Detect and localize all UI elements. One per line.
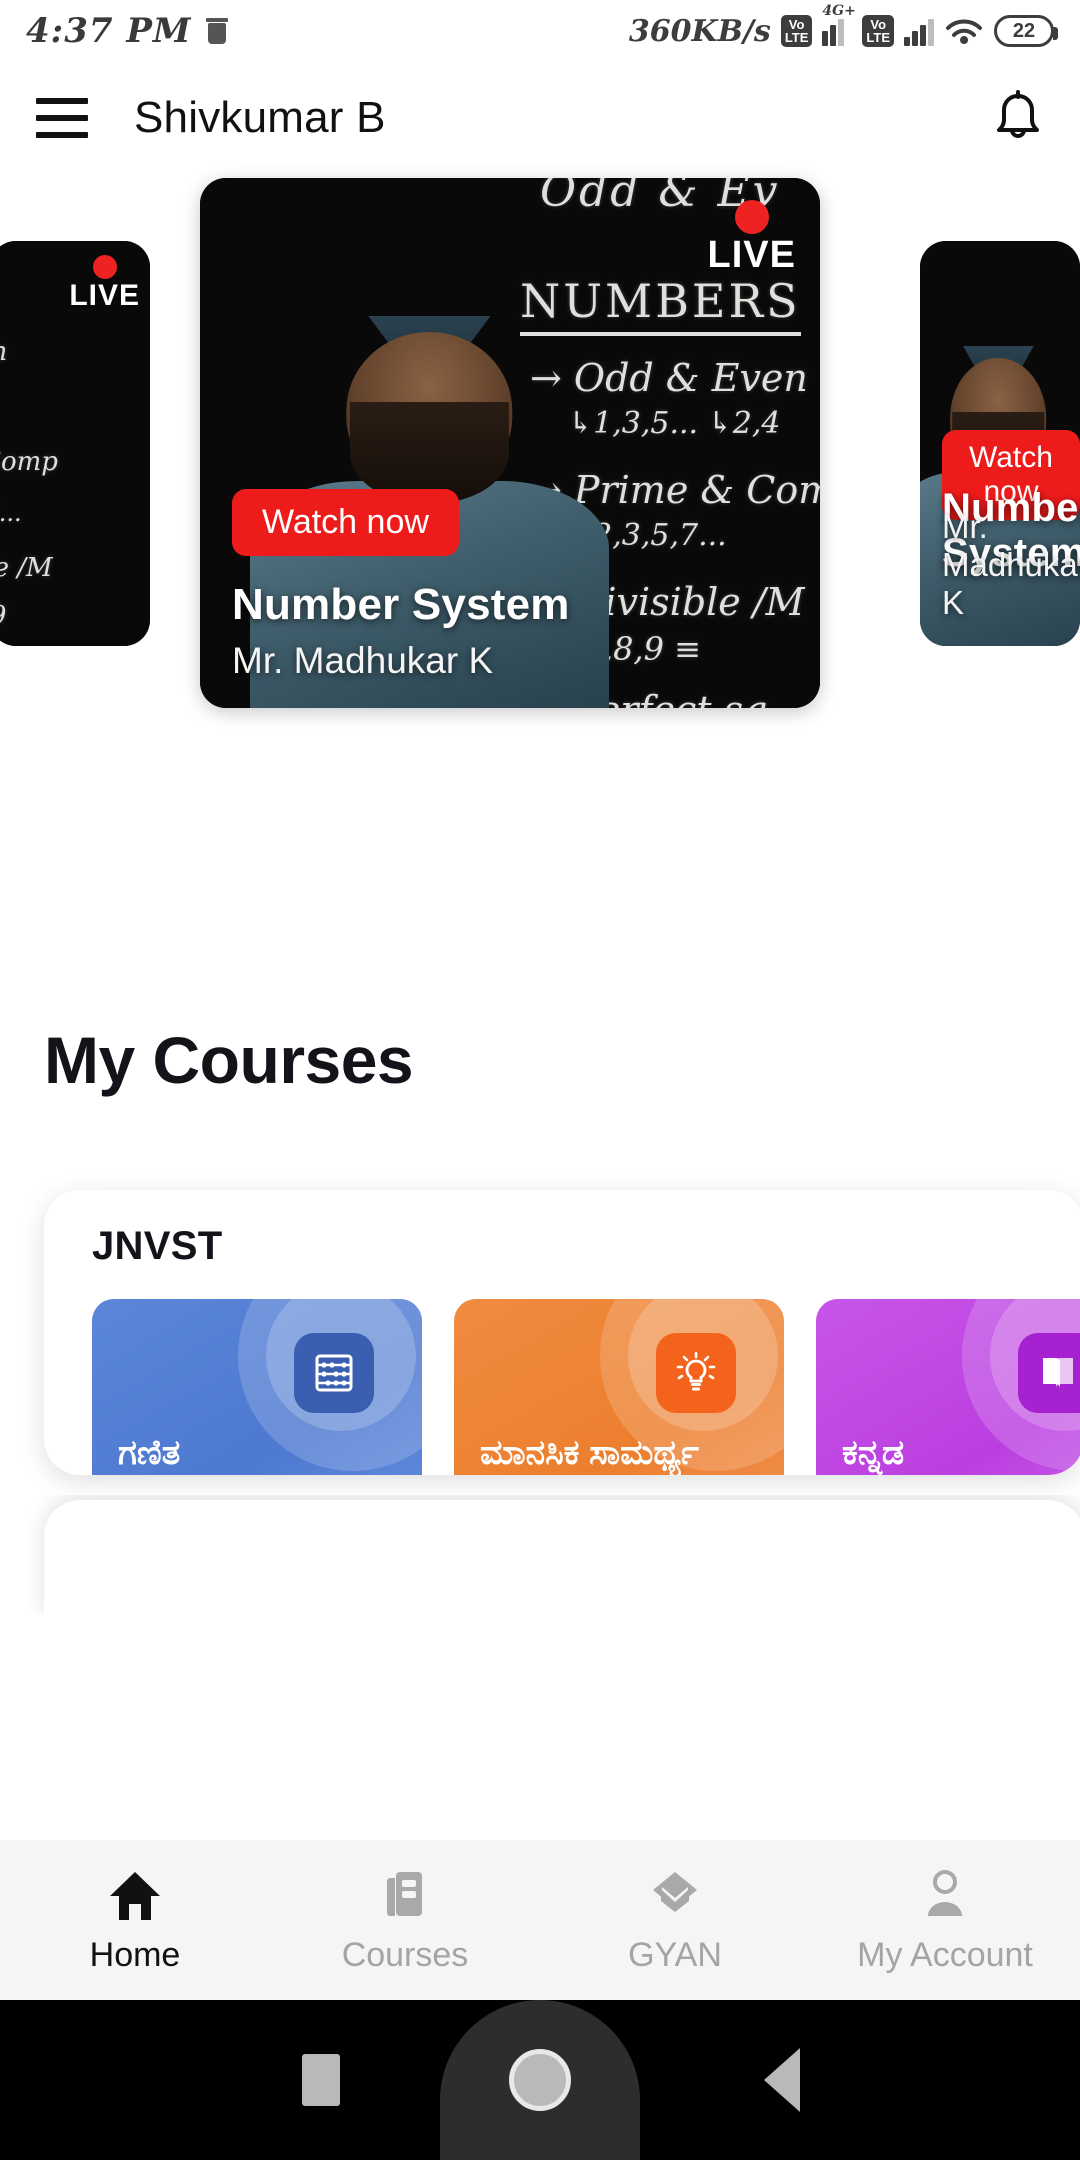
lightbulb-icon (656, 1333, 736, 1413)
live-class-carousel[interactable]: RS & Even ,5... e & Comp ,3,5,7... visib… (0, 178, 1080, 708)
carousel-slide-active[interactable]: Odd & Ev NUMBERS → Odd & Even ↳1,3,5... … (200, 178, 820, 708)
trash-icon (205, 18, 228, 44)
subject-name: ಕನ್ನಡ (842, 1433, 905, 1472)
course-name: JNVST (92, 1224, 223, 1268)
watch-now-button[interactable]: Watch now (232, 489, 459, 556)
back-triangle-icon[interactable] (764, 2048, 800, 2112)
nav-label: Home (89, 1935, 181, 1974)
android-navigation-bar (0, 2000, 1080, 2160)
nav-item-courses[interactable]: Courses (270, 1866, 540, 1975)
bottom-navigation: Home Courses GYAN My Account (0, 1840, 1080, 2000)
books-icon (376, 1866, 434, 1926)
status-bar-left: 4:37 PM (26, 11, 228, 51)
live-dot-icon (734, 200, 769, 234)
subject-name: ಮಾನಸಿಕ ಸಾಮರ್ಥ್ಯ (480, 1433, 699, 1472)
section-title-my-courses: My Courses (44, 1023, 414, 1097)
battery-level: 22 (1012, 19, 1036, 42)
nav-label: GYAN (628, 1935, 722, 1974)
live-badge: LIVE (708, 200, 796, 274)
slide-instructor: Mr. Madhukar K (942, 507, 1080, 621)
live-label: LIVE (707, 234, 796, 276)
course-card-next-peek[interactable] (44, 1500, 1080, 1615)
status-bar-right: 360KB/s Vo LTE 4G+ Vo LTE 22 (628, 3, 1058, 49)
carousel-slide-next[interactable]: Watch now Number System Mr. Madhukar K (920, 240, 1080, 646)
nav-label: Courses (341, 1935, 469, 1974)
hamburger-menu-icon[interactable] (36, 98, 88, 138)
nav-item-home[interactable]: Home (0, 1866, 270, 1975)
home-icon (106, 1866, 164, 1926)
signal-bars-icon-2 (904, 16, 934, 46)
course-card-jnvst[interactable]: JNVST ಗಣಿತ 48 videos (44, 1190, 1080, 1475)
volte-line-2: LTE (784, 30, 809, 45)
recents-square-icon[interactable] (302, 2054, 340, 2106)
next-course-card-clip (0, 1495, 1080, 1615)
live-dot-icon (92, 254, 117, 279)
subject-tile-manasika-samarthya[interactable]: ಮಾನಸಿಕ ಸಾಮರ್ಥ್ಯ 11 videos (454, 1299, 784, 1475)
status-bar: 4:37 PM 360KB/s Vo LTE 4G+ Vo LTE 22 (0, 0, 1080, 62)
app-screen: 4:37 PM 360KB/s Vo LTE 4G+ Vo LTE 22 Shi… (0, 0, 1080, 2160)
graduation-cap-icon (646, 1866, 704, 1926)
volte-icon-1: Vo LTE (780, 15, 813, 47)
volte2-line-2: LTE (866, 30, 890, 45)
bell-icon[interactable] (992, 90, 1044, 146)
subject-tile-kannada[interactable]: ಕನ್ನಡ 11 videos (816, 1299, 1080, 1475)
book-icon (1018, 1333, 1080, 1413)
status-time: 4:37 PM (26, 11, 192, 51)
slide-instructor: Mr. Madhukar K (232, 640, 494, 681)
nav-label: My Account (857, 1935, 1033, 1974)
subject-name: ಗಣಿತ (118, 1433, 181, 1472)
person-icon (916, 1866, 974, 1926)
network-speed-label: 360KB/s (628, 13, 771, 49)
slide-title: Number System (232, 580, 570, 629)
nav-item-gyan[interactable]: GYAN (540, 1866, 810, 1975)
volte-icon-2: Vo LTE (862, 15, 894, 47)
home-circle-icon[interactable] (440, 2000, 640, 2160)
wifi-icon (944, 16, 984, 46)
subject-tile-ganita[interactable]: ಗಣಿತ 48 videos (92, 1299, 422, 1475)
live-badge: LIVE (69, 254, 140, 312)
nav-item-my-account[interactable]: My Account (810, 1866, 1080, 1975)
abacus-icon (294, 1333, 374, 1413)
subject-tile-list: ಗಣಿತ 48 videos (92, 1299, 1080, 1475)
battery-icon: 22 (994, 15, 1058, 47)
network-type-label: 4G+ (822, 3, 856, 19)
app-header: Shivkumar B (0, 62, 1080, 174)
carousel-slide-prev[interactable]: RS & Even ,5... e & Comp ,3,5,7... visib… (0, 240, 150, 646)
live-label: LIVE (69, 278, 140, 312)
signal-bars-icon-1: 4G+ (822, 3, 856, 46)
page-title: Shivkumar B (134, 93, 386, 142)
